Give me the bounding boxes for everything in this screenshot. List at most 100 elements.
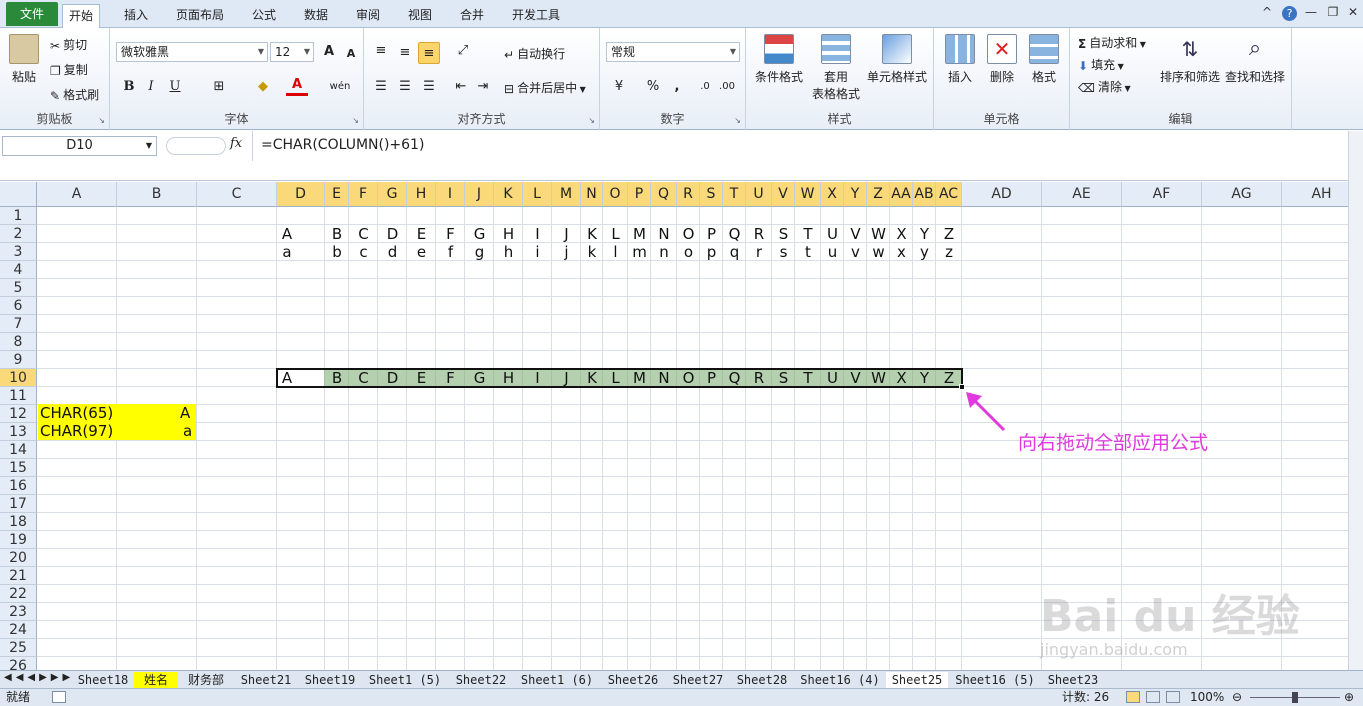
row-header-4[interactable]: 4 (0, 261, 37, 279)
cut-button[interactable]: ✂ 剪切 (50, 36, 87, 53)
zoom-slider-thumb[interactable] (1292, 692, 1298, 703)
cell-row10-p[interactable]: M (628, 369, 651, 387)
column-header-k[interactable]: K (494, 182, 523, 207)
column-header-n[interactable]: N (581, 182, 603, 207)
clear-button[interactable]: ⌫ 清除 ▼ (1078, 78, 1131, 95)
column-header-af[interactable]: AF (1122, 182, 1202, 207)
ribbon-collapse-icon[interactable]: ^ (1258, 5, 1276, 19)
column-header-m[interactable]: M (552, 182, 581, 207)
page-layout-view-icon[interactable] (1146, 691, 1160, 703)
column-header-v[interactable]: V (772, 182, 795, 207)
increase-indent-icon[interactable]: ⇥ (472, 76, 494, 98)
column-header-y[interactable]: Y (844, 182, 867, 207)
column-header-ad[interactable]: AD (962, 182, 1042, 207)
row-header-24[interactable]: 24 (0, 621, 37, 639)
cell-row3-ac[interactable]: z (936, 243, 962, 261)
cell-row2-f[interactable]: C (349, 225, 378, 243)
row-header-11[interactable]: 11 (0, 387, 37, 405)
zoom-level[interactable]: 100% (1190, 689, 1224, 706)
sheet-tab[interactable]: 姓名 (134, 672, 178, 688)
italic-button[interactable]: I (140, 76, 162, 98)
column-header-o[interactable]: O (603, 182, 628, 207)
select-all-corner[interactable] (0, 182, 37, 207)
cell-row3-i[interactable]: f (436, 243, 465, 261)
row-header-8[interactable]: 8 (0, 333, 37, 351)
cell-row2-i[interactable]: F (436, 225, 465, 243)
borders-icon[interactable]: ⊞ (208, 76, 230, 98)
dialog-launcher-icon[interactable]: ↘ (734, 116, 741, 125)
tab-data[interactable]: 数据 (298, 4, 334, 28)
cell-a12[interactable]: CHAR(65) (40, 404, 113, 422)
cell-row3-g[interactable]: d (378, 243, 407, 261)
align-top-icon[interactable]: ≡ (370, 40, 392, 62)
cell-row10-aa[interactable]: X (890, 369, 913, 387)
tab-home[interactable]: 开始 (62, 4, 101, 29)
cell-row2-s[interactable]: P (700, 225, 723, 243)
sheet-tab[interactable]: Sheet18 (72, 672, 134, 688)
cell-row2-r[interactable]: O (677, 225, 700, 243)
cell-row2-aa[interactable]: X (890, 225, 913, 243)
phonetic-button[interactable]: wén (326, 76, 354, 98)
row-header-22[interactable]: 22 (0, 585, 37, 603)
tab-review[interactable]: 审阅 (350, 4, 386, 28)
row-header-14[interactable]: 14 (0, 441, 37, 459)
cell-row3-s[interactable]: p (700, 243, 723, 261)
align-center-icon[interactable]: ☰ (394, 76, 416, 98)
column-header-f[interactable]: F (349, 182, 378, 207)
zoom-out-icon[interactable]: ⊖ (1232, 689, 1242, 706)
cell-row10-z[interactable]: W (867, 369, 890, 387)
row-header-7[interactable]: 7 (0, 315, 37, 333)
page-break-view-icon[interactable] (1166, 691, 1180, 703)
insert-function-button[interactable]: fx (230, 136, 242, 151)
align-middle-icon[interactable]: ≡ (394, 42, 416, 64)
cell-row2-w[interactable]: T (795, 225, 821, 243)
row-header-3[interactable]: 3 (0, 243, 37, 261)
cell-row2-y[interactable]: V (844, 225, 867, 243)
cell-row10-ab[interactable]: Y (913, 369, 936, 387)
sheet-tab[interactable]: Sheet16 (4) (794, 672, 886, 688)
number-format-combo[interactable]: 常规 ▼ (606, 42, 740, 62)
column-header-x[interactable]: X (821, 182, 844, 207)
cell-row10-x[interactable]: U (821, 369, 844, 387)
format-cells-button[interactable]: 格式 (1024, 34, 1064, 85)
orientation-icon[interactable]: ⤢ (452, 40, 474, 62)
cell-row2-q[interactable]: N (651, 225, 677, 243)
cell-row2-ab[interactable]: Y (913, 225, 936, 243)
vertical-scrollbar[interactable] (1348, 131, 1363, 670)
align-bottom-icon[interactable]: ≡ (418, 42, 440, 64)
sheet-tab[interactable]: Sheet19 (298, 672, 362, 688)
cell-row3-h[interactable]: e (407, 243, 436, 261)
tab-developer[interactable]: 开发工具 (506, 4, 566, 28)
cell-row3-e[interactable]: b (325, 243, 349, 261)
column-header-l[interactable]: L (523, 182, 552, 207)
font-name-combo[interactable]: 微软雅黑 ▼ (116, 42, 268, 62)
cell-styles-button[interactable]: 单元格样式 (864, 34, 930, 85)
cell-row3-n[interactable]: k (581, 243, 603, 261)
sheet-tab[interactable]: Sheet1 (5) (362, 672, 448, 688)
cell-row2-j[interactable]: G (465, 225, 494, 243)
row-header-13[interactable]: 13 (0, 423, 37, 441)
cell-b13[interactable]: a (183, 422, 192, 440)
row-header-19[interactable]: 19 (0, 531, 37, 549)
cell-row10-f[interactable]: C (349, 369, 378, 387)
column-header-ae[interactable]: AE (1042, 182, 1122, 207)
row-header-18[interactable]: 18 (0, 513, 37, 531)
help-icon[interactable]: ? (1282, 6, 1297, 21)
column-header-w[interactable]: W (795, 182, 821, 207)
insert-cells-button[interactable]: 插入 (940, 34, 980, 85)
cell-row3-w[interactable]: t (795, 243, 821, 261)
row-header-6[interactable]: 6 (0, 297, 37, 315)
sheet-tab[interactable]: Sheet25 (886, 672, 948, 688)
column-header-aa[interactable]: AA (890, 182, 913, 207)
close-icon[interactable]: ✕ (1344, 5, 1362, 19)
column-header-g[interactable]: G (378, 182, 407, 207)
formula-input[interactable]: =CHAR(COLUMN()+61) (252, 131, 1348, 161)
cell-row10-i[interactable]: F (436, 369, 465, 387)
column-header-d[interactable]: D (277, 182, 325, 207)
dialog-launcher-icon[interactable]: ↘ (352, 116, 359, 125)
tab-view[interactable]: 视图 (402, 4, 438, 28)
cell-row3-ab[interactable]: y (913, 243, 936, 261)
paste-button[interactable]: 粘贴 (6, 34, 42, 85)
row-header-10[interactable]: 10 (0, 369, 37, 387)
zoom-in-icon[interactable]: ⊕ (1344, 689, 1354, 706)
